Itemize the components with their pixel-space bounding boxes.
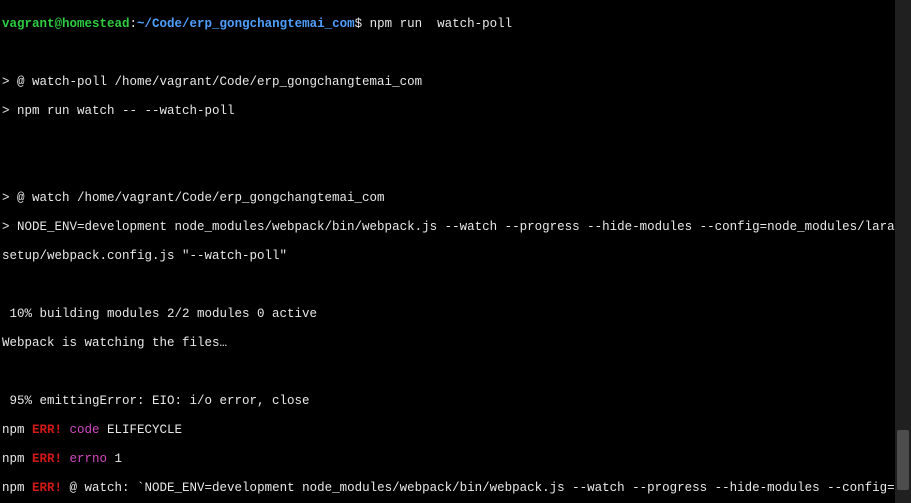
prompt-sep: : [130,17,138,31]
error-line: npm ERR! @ watch: `NODE_ENV=development … [2,481,909,496]
error-line: npm ERR! code ELIFECYCLE [2,423,909,438]
prompt-path: ~/Code/erp_gongchangtemai_com [137,17,355,31]
blank-line [2,133,909,148]
blank-line [2,162,909,177]
terminal-output[interactable]: vagrant@homestead:~/Code/erp_gongchangte… [0,0,911,503]
output-line: setup/webpack.config.js "--watch-poll" [2,249,909,264]
prompt-user: vagrant@homestead [2,17,130,31]
blank-line [2,46,909,61]
error-line: npm ERR! errno 1 [2,452,909,467]
vertical-scrollbar[interactable] [895,0,911,503]
prompt-line: vagrant@homestead:~/Code/erp_gongchangte… [2,17,909,32]
output-line: 95% emittingError: EIO: i/o error, close [2,394,909,409]
output-line: 10% building modules 2/2 modules 0 activ… [2,307,909,322]
scroll-thumb[interactable] [897,430,909,490]
prompt-dollar: $ [355,17,363,31]
output-line: > NODE_ENV=development node_modules/webp… [2,220,909,235]
blank-line [2,278,909,293]
output-line: > @ watch-poll /home/vagrant/Code/erp_go… [2,75,909,90]
output-line: Webpack is watching the files… [2,336,909,351]
output-line: > npm run watch -- --watch-poll [2,104,909,119]
blank-line [2,365,909,380]
prompt-command: npm run watch-poll [362,17,512,31]
output-line: > @ watch /home/vagrant/Code/erp_gongcha… [2,191,909,206]
